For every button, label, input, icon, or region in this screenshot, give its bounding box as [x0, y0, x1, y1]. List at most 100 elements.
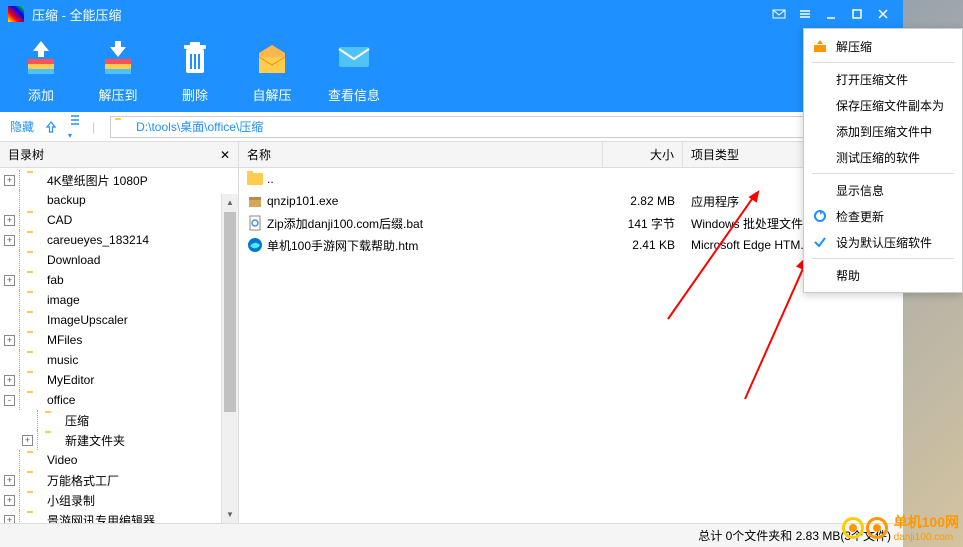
folder-icon — [27, 293, 43, 307]
folder-icon — [27, 393, 43, 407]
delete-button[interactable]: 删除 — [174, 37, 216, 104]
folder-icon — [27, 373, 43, 387]
menu-label: 检查更新 — [836, 208, 884, 225]
tree-spacer — [4, 255, 15, 266]
minimize-button[interactable] — [819, 2, 843, 26]
file-icon — [247, 215, 263, 231]
tree-item[interactable]: +万能格式工厂 — [0, 470, 238, 490]
extract-icon — [812, 38, 828, 54]
tool-label: 查看信息 — [328, 85, 380, 104]
tree-toggle-icon[interactable]: + — [4, 175, 15, 186]
tree-toggle-icon[interactable]: + — [4, 515, 15, 524]
tree-label: image — [47, 293, 80, 307]
menu-item[interactable]: 帮助 — [804, 262, 962, 288]
up-button[interactable] — [44, 120, 58, 134]
tree-toggle-icon[interactable]: + — [4, 375, 15, 386]
tree-spacer — [4, 355, 15, 366]
tree-body[interactable]: +4K壁纸图片 1080Pbackup + CAD + careueyes_183214… — [0, 168, 238, 523]
folder-icon — [27, 193, 43, 207]
tree-close-icon[interactable]: ✕ — [220, 148, 230, 162]
hide-button[interactable]: 隐藏 — [10, 118, 34, 135]
tree-toggle-icon[interactable]: + — [4, 475, 15, 486]
file-icon — [247, 193, 263, 209]
tree-toggle-icon[interactable]: + — [4, 495, 15, 506]
tree-item[interactable]: +MFiles — [0, 330, 238, 350]
tree-toggle-icon[interactable]: + — [4, 235, 15, 246]
list-view-button[interactable]: ▾ — [68, 113, 82, 141]
tree-scrollbar[interactable]: ▲▼ — [221, 194, 238, 523]
menu-item[interactable]: 显示信息 — [804, 177, 962, 203]
tree-item[interactable]: + careueyes_183214 — [0, 230, 238, 250]
tree-label: 景游网讯专用编辑器 — [47, 512, 155, 524]
check-icon — [812, 234, 828, 250]
menu-item[interactable]: 打开压缩文件 — [804, 66, 962, 92]
path-input[interactable]: D:\tools\桌面\office\压缩 — [110, 116, 893, 138]
tree-toggle-icon[interactable]: + — [22, 435, 33, 446]
tree-item[interactable]: -office — [0, 390, 238, 410]
tool-label: 自解压 — [252, 85, 291, 104]
tree-item[interactable]: music — [0, 350, 238, 370]
file-icon — [247, 171, 263, 187]
tree-item[interactable]: Video — [0, 450, 238, 470]
menu-item[interactable]: 测试压缩的软件 — [804, 144, 962, 170]
extract-to-button[interactable]: 解压到 — [97, 37, 139, 104]
menu-item[interactable]: 设为默认压缩软件 — [804, 229, 962, 255]
menu-label: 显示信息 — [836, 182, 884, 199]
tree-item[interactable]: backup — [0, 190, 238, 210]
tree-label: careueyes_183214 — [47, 233, 149, 247]
tree-label: CAD — [47, 213, 72, 227]
tree-toggle-icon[interactable]: + — [4, 215, 15, 226]
tree-label: 压缩 — [65, 412, 89, 429]
menu-item[interactable]: 检查更新 — [804, 203, 962, 229]
tree-toggle-icon[interactable]: + — [4, 275, 15, 286]
col-name[interactable]: 名称 — [239, 142, 603, 167]
tree-item[interactable]: +MyEditor — [0, 370, 238, 390]
tree-item[interactable]: +小组录制 — [0, 490, 238, 510]
tree-spacer — [4, 295, 15, 306]
menu-label: 添加到压缩文件中 — [836, 123, 932, 140]
view-info-button[interactable]: 查看信息 — [328, 37, 380, 104]
delete-button-icon — [174, 37, 216, 79]
tree-toggle-icon[interactable]: + — [4, 335, 15, 346]
tree-item[interactable]: + CAD — [0, 210, 238, 230]
folder-icon — [27, 313, 43, 327]
tree-item[interactable]: image — [0, 290, 238, 310]
scrollbar-thumb[interactable] — [224, 212, 236, 412]
menu-label: 帮助 — [836, 267, 860, 284]
tree-item[interactable]: ImageUpscaler — [0, 310, 238, 330]
maximize-button[interactable] — [845, 2, 869, 26]
menu-button[interactable] — [793, 2, 817, 26]
tree-label: music — [47, 353, 78, 367]
menu-item[interactable]: 解压缩 — [804, 33, 962, 59]
watermark-url: danji100.com — [894, 532, 959, 543]
tree-item[interactable]: + fab — [0, 270, 238, 290]
tree-item[interactable]: + 景游网讯专用编辑器 — [0, 510, 238, 523]
menu-separator — [812, 173, 954, 174]
menu-item[interactable]: 保存压缩文件副本为 — [804, 92, 962, 118]
folder-icon — [45, 433, 61, 447]
tree-label: fab — [47, 273, 64, 287]
menu-label: 设为默认压缩软件 — [836, 234, 932, 251]
tree-item[interactable]: Download — [0, 250, 238, 270]
main-toolbar: 添加 解压到删除自解压 查看信息 — [0, 28, 903, 112]
tree-toggle-icon[interactable]: - — [4, 395, 15, 406]
file-icon — [247, 237, 263, 253]
tree-item[interactable]: +新建文件夹 — [0, 430, 238, 450]
menu-item[interactable]: 添加到压缩文件中 — [804, 118, 962, 144]
watermark: 单机100网 danji100.com — [842, 512, 959, 543]
add-button[interactable]: 添加 — [20, 37, 62, 104]
app-window: 压缩 - 全能压缩 添加解压到删除自解压查看信息 隐藏 ▾ | D:\tool — [0, 0, 903, 547]
tree-item[interactable]: 压缩 — [0, 410, 238, 430]
menu-separator — [812, 62, 954, 63]
close-button[interactable] — [871, 2, 895, 26]
folder-icon — [27, 253, 43, 267]
tree-spacer — [4, 455, 15, 466]
tree-item[interactable]: +4K壁纸图片 1080P — [0, 170, 238, 190]
col-size[interactable]: 大小 — [603, 142, 683, 167]
tool-label: 添加 — [28, 85, 54, 104]
path-text: D:\tools\桌面\office\压缩 — [136, 118, 263, 135]
file-size: 2.41 KB — [603, 238, 683, 252]
selfextract-button[interactable]: 自解压 — [251, 37, 293, 104]
window-title: 压缩 - 全能压缩 — [32, 5, 765, 24]
mail-button[interactable] — [767, 2, 791, 26]
